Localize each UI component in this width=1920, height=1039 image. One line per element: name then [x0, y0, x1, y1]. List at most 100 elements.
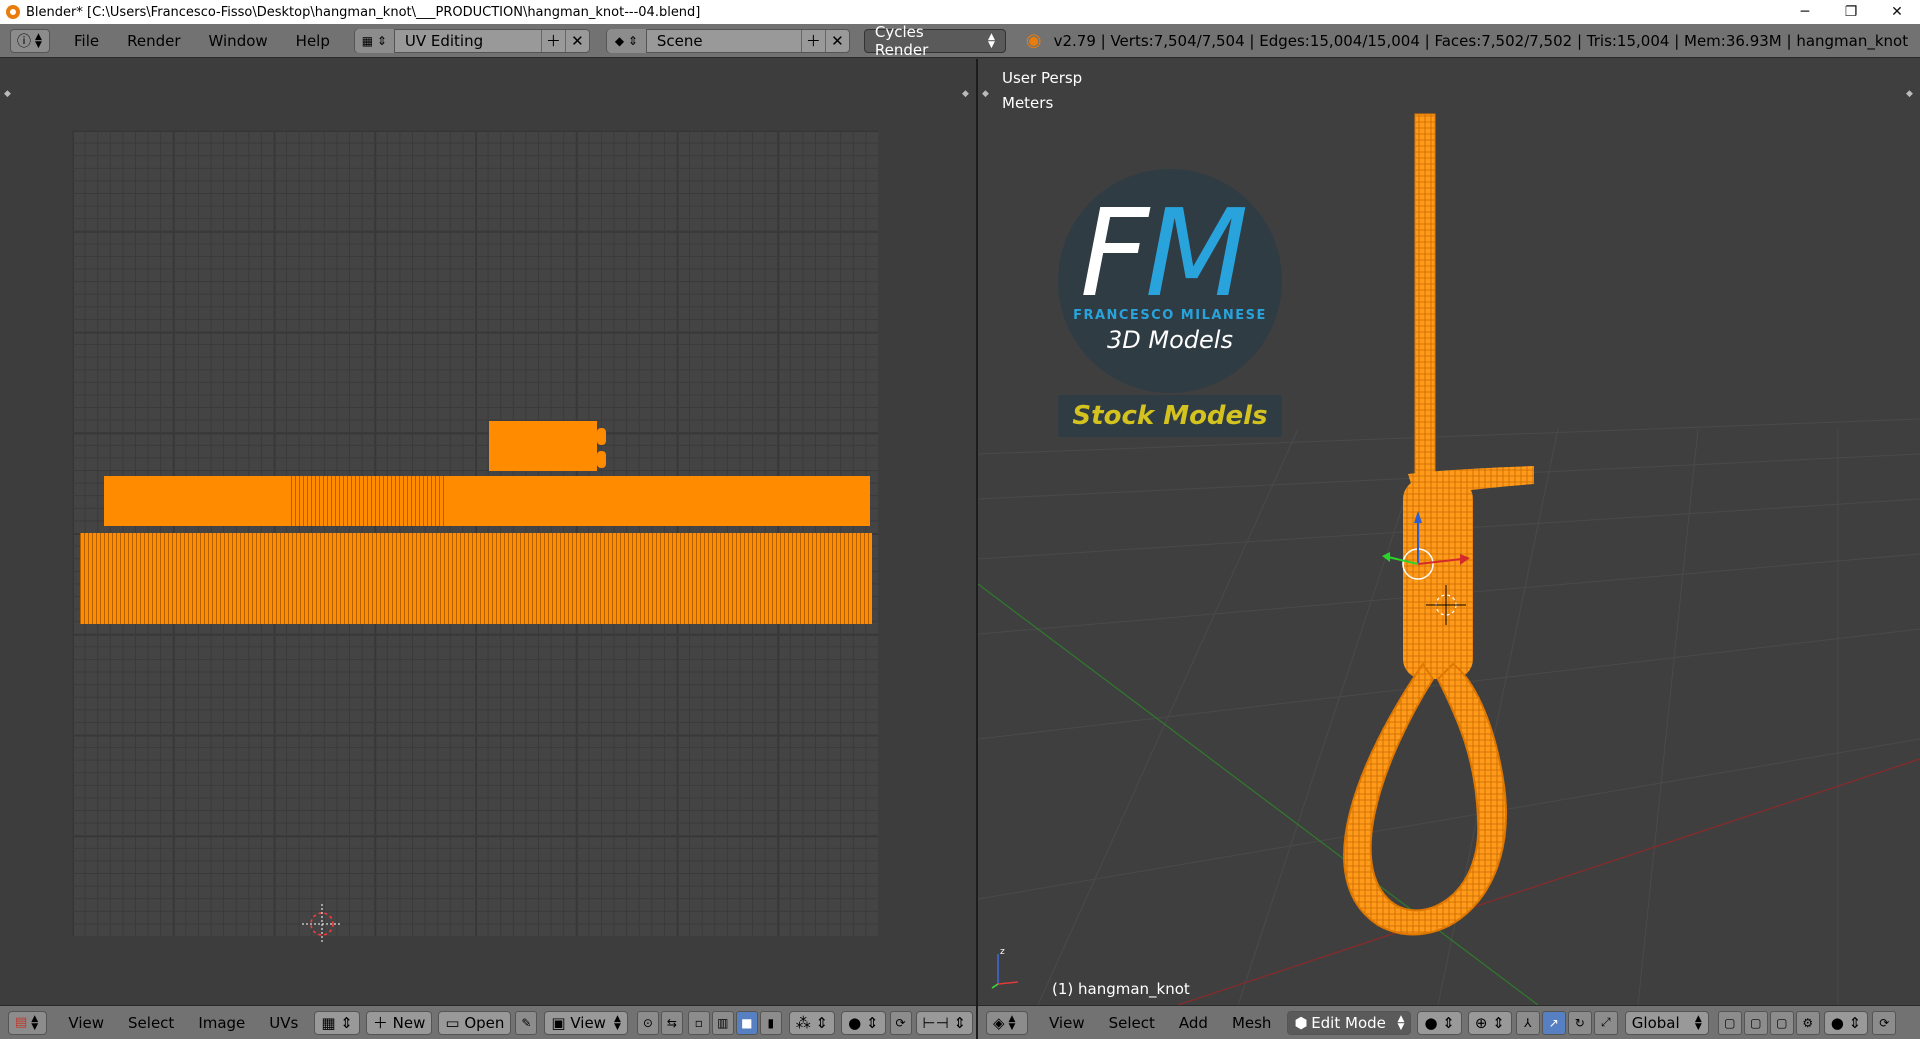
- uv-menu-uvs[interactable]: UVs: [261, 1011, 306, 1035]
- pivot-point-icon: ⊕ ⇕: [1474, 1013, 1505, 1032]
- pivot-point-dropdown[interactable]: ⊕ ⇕: [1467, 1010, 1512, 1035]
- scene-selector[interactable]: ◆ ⇕ Scene ＋ ✕: [605, 28, 850, 53]
- area-corner-icon[interactable]: ◆: [4, 89, 14, 99]
- sync-selection-icon[interactable]: ⇆: [660, 1010, 683, 1035]
- face-select-icon[interactable]: ■: [735, 1010, 758, 1035]
- proportional-edit-dropdown[interactable]: ● ⇕: [1823, 1010, 1869, 1035]
- maximize-button[interactable]: ❐: [1828, 0, 1874, 24]
- open-image-label: Open: [464, 1013, 505, 1032]
- snap-icon[interactable]: ⟳: [1872, 1010, 1897, 1035]
- sticky-mode-icon: ⁂ ⇕: [795, 1013, 829, 1032]
- window-title: Blender* [C:\Users\Francesco-Fisso\Deskt…: [26, 4, 701, 20]
- scale-manipulator-icon[interactable]: ⤢: [1593, 1010, 1618, 1035]
- vertex-select-icon[interactable]: ▫: [687, 1010, 710, 1035]
- uv-island[interactable]: [104, 476, 870, 526]
- uv-island[interactable]: [489, 421, 597, 471]
- view-mode-icon: ▣: [551, 1013, 571, 1032]
- snap-icon[interactable]: ⟳: [889, 1010, 912, 1035]
- scene-icon: ◆ ⇕: [606, 28, 647, 53]
- uv-image-editor[interactable]: ◆ ◆: [0, 59, 976, 1005]
- uv-menu-select[interactable]: Select: [120, 1011, 182, 1035]
- layer-icon[interactable]: ▢: [1743, 1010, 1768, 1035]
- image-browse-button[interactable]: ▦ ⇕: [314, 1010, 360, 1035]
- blender-logo-icon: ◉: [1025, 30, 1042, 51]
- pin-icon[interactable]: ✎: [515, 1010, 538, 1035]
- new-image-label: New: [392, 1013, 426, 1032]
- image-editor-icon: ▤: [15, 1015, 28, 1030]
- menu-render[interactable]: Render: [113, 29, 194, 53]
- close-button[interactable]: ✕: [1874, 0, 1920, 24]
- window-titlebar: Blender* [C:\Users\Francesco-Fisso\Deskt…: [0, 0, 1920, 24]
- area-corner-icon[interactable]: ◆: [962, 89, 972, 99]
- updown-arrows-icon: ▲ ▼: [613, 1013, 621, 1032]
- mode-dropdown[interactable]: ⬢ Edit Mode ▲ ▼: [1287, 1010, 1412, 1035]
- island-select-icon[interactable]: ▮: [759, 1010, 782, 1035]
- add-screen-icon[interactable]: ＋: [540, 29, 565, 52]
- layout-grid-icon: ▦ ⇕: [354, 28, 395, 53]
- minimize-button[interactable]: ─: [1782, 0, 1828, 24]
- 3d-menu-view[interactable]: View: [1041, 1011, 1093, 1035]
- transform-orientation-dropdown[interactable]: Global ▲ ▼: [1624, 1010, 1709, 1035]
- open-image-button[interactable]: ▭ Open: [438, 1010, 512, 1035]
- uv-island[interactable]: [597, 428, 606, 445]
- info-icon: ⓘ: [17, 33, 31, 50]
- watermark-fm-letters: FM: [1080, 185, 1249, 324]
- uv-menu-view[interactable]: View: [60, 1011, 112, 1035]
- layer-icon[interactable]: ▢: [1717, 1010, 1742, 1035]
- uv-island[interactable]: [80, 533, 872, 624]
- active-object-label: (1) hangman_knot: [1052, 980, 1190, 998]
- render-layer-icon[interactable]: ⚙: [1795, 1010, 1820, 1035]
- 3d-menu-mesh[interactable]: Mesh: [1224, 1011, 1280, 1035]
- menu-file[interactable]: File: [60, 29, 113, 53]
- delete-screen-icon[interactable]: ✕: [564, 29, 589, 52]
- pivot-icon[interactable]: ⊙: [636, 1010, 659, 1035]
- screen-layout-selector[interactable]: ▦ ⇕ UV Editing ＋ ✕: [353, 28, 590, 53]
- 3d-menu-add[interactable]: Add: [1171, 1011, 1216, 1035]
- info-menus: File Render Window Help: [60, 29, 344, 53]
- info-header: ⓘ ▲ ▼ File Render Window Help ▦ ⇕ UV Edit…: [0, 23, 1920, 59]
- editor-type-selector[interactable]: ⓘ ▲ ▼: [10, 28, 50, 53]
- screen-layout-name[interactable]: UV Editing: [395, 32, 541, 50]
- folder-icon: ▭: [445, 1013, 465, 1032]
- render-engine-dropdown[interactable]: Cycles Render ▲ ▼: [863, 23, 1006, 59]
- uv-menu-image[interactable]: Image: [190, 1011, 253, 1035]
- render-engine-label: Cycles Render: [874, 22, 929, 59]
- 3d-viewport-header: ◈ ▲ ▼ View Select Add Mesh ⬢ Edit Mode ▲ ▼…: [978, 1005, 1920, 1039]
- image-browse-icon: ▦ ⇕: [321, 1013, 353, 1032]
- sticky-mode-dropdown[interactable]: ⁂ ⇕: [788, 1010, 836, 1035]
- 3d-view-icon: ◈: [993, 1013, 1005, 1032]
- delete-scene-icon[interactable]: ✕: [824, 29, 849, 52]
- shading-dropdown[interactable]: ● ⇕: [1417, 1010, 1462, 1035]
- menu-help[interactable]: Help: [282, 29, 344, 53]
- solid-shading-icon: ● ⇕: [1424, 1013, 1455, 1032]
- scene-name[interactable]: Scene: [647, 32, 801, 50]
- edge-select-icon[interactable]: ▥: [711, 1010, 734, 1035]
- new-image-button[interactable]: ＋ New: [365, 1010, 433, 1035]
- 3d-cursor-icon[interactable]: [1426, 585, 1466, 625]
- edit-mode-icon: ⬢: [1294, 1013, 1308, 1032]
- add-scene-icon[interactable]: ＋: [800, 29, 825, 52]
- updown-arrows-icon: ▲ ▼: [31, 1013, 39, 1032]
- menu-window[interactable]: Window: [195, 29, 282, 53]
- 2d-cursor-icon[interactable]: [302, 904, 342, 944]
- rotate-manipulator-icon[interactable]: ↻: [1567, 1010, 1592, 1035]
- view-mode-dropdown[interactable]: ▣ View ▲ ▼: [544, 1010, 628, 1035]
- axis-gizmo-icon: z: [991, 947, 1019, 989]
- uv-island[interactable]: [597, 451, 606, 468]
- proportional-edit-dropdown[interactable]: ● ⇕: [841, 1010, 886, 1035]
- svg-text:z: z: [1000, 947, 1005, 957]
- window-controls: ─ ❐ ✕: [1782, 0, 1920, 24]
- updown-arrows-icon: ▲ ▼: [35, 31, 42, 50]
- manipulator-toggle-icon[interactable]: ⅄: [1515, 1010, 1540, 1035]
- uv-island-dense-edges: [291, 476, 446, 526]
- translate-manipulator-icon[interactable]: ↗: [1541, 1010, 1566, 1035]
- watermark-author-name: FRANCESCO MILANESE: [1073, 308, 1267, 323]
- layer-icon[interactable]: ▢: [1769, 1010, 1794, 1035]
- plus-icon: ＋: [372, 1014, 393, 1032]
- snap-element-dropdown[interactable]: ⊢⊣ ⇕: [915, 1010, 974, 1035]
- proportional-edit-icon: ● ⇕: [848, 1013, 879, 1032]
- editor-type-selector[interactable]: ◈ ▲ ▼: [986, 1010, 1028, 1035]
- 3d-menu-select[interactable]: Select: [1101, 1011, 1163, 1035]
- editor-type-selector[interactable]: ▤ ▲ ▼: [8, 1010, 48, 1035]
- watermark-subtitle: 3D Models: [1107, 326, 1233, 354]
